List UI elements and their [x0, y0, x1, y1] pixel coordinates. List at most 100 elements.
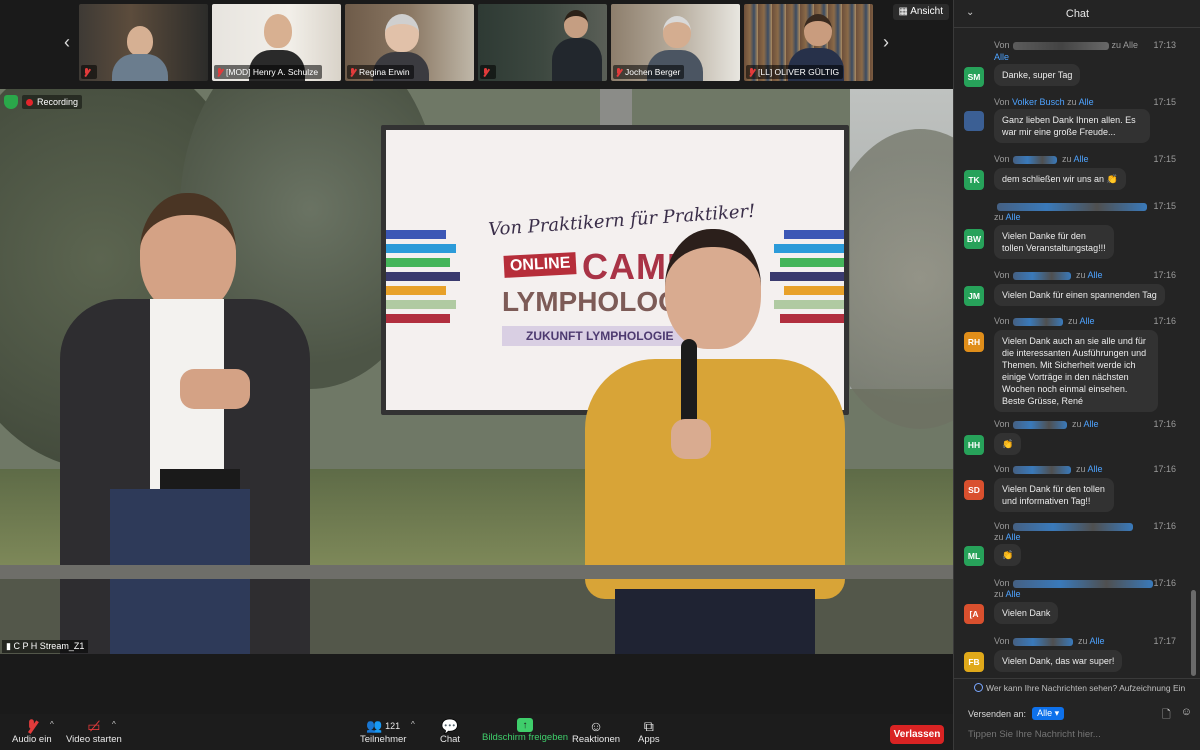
- message-time: 17:16: [1153, 316, 1176, 326]
- message-meta: Von zu Alle: [994, 40, 1139, 50]
- reaction-smiley-icon: ☺: [588, 718, 604, 734]
- message-bubble: Ganz lieben Dank Ihnen allen. Es war mir…: [994, 109, 1150, 143]
- mic-muted-icon: [22, 718, 42, 734]
- mic-muted-icon: [482, 67, 489, 77]
- redacted-sender: [1012, 522, 1133, 531]
- redacted-sender: [1012, 420, 1067, 429]
- video-off-icon: ▭̸: [87, 717, 101, 734]
- redacted-sender: [1012, 579, 1153, 588]
- participants-options-caret-icon[interactable]: ^: [411, 720, 415, 729]
- send-to-row: Versenden an: Alle ▾: [968, 707, 1065, 720]
- presenter-male: [40, 189, 320, 654]
- window-frame-divider: [0, 565, 953, 579]
- message-bubble: Vielen Dank für den tollen und informati…: [994, 478, 1114, 512]
- audio-button[interactable]: Audio ein: [12, 718, 52, 745]
- redacted-sender: [1012, 317, 1063, 326]
- message-time: 17:16: [1153, 464, 1176, 474]
- chat-privacy-note[interactable]: Wer kann Ihre Nachrichten sehen? Aufzeic…: [954, 678, 1200, 696]
- message-time: 17:13: [1153, 40, 1176, 50]
- chat-message-input[interactable]: [968, 726, 1188, 742]
- mic-muted-icon: [349, 67, 356, 77]
- recipient-select[interactable]: Alle ▾: [1032, 707, 1065, 720]
- meeting-area: ‹ [MOD] Henry A. Schulze Regina Erwin Jo…: [0, 0, 953, 714]
- apps-icon: ⧉: [643, 717, 654, 734]
- message-bubble: Vielen Dank für einen spannenden Tag: [994, 284, 1165, 306]
- emoji-icon[interactable]: ☺: [1181, 706, 1192, 725]
- participant-tile[interactable]: Jochen Berger: [611, 4, 740, 81]
- message-time: 17:15: [1153, 154, 1176, 164]
- gallery-next-arrow-icon[interactable]: ›: [876, 30, 896, 54]
- zoom-window: ‹ [MOD] Henry A. Schulze Regina Erwin Jo…: [0, 0, 1200, 750]
- avatar: SD: [964, 480, 984, 500]
- participant-tile[interactable]: [79, 4, 208, 81]
- message-meta: Von zu Alle: [994, 316, 1095, 326]
- slide-badge: ONLINE: [503, 252, 577, 278]
- chat-header: ⌄ Chat: [954, 0, 1200, 28]
- chat-title: Chat: [1065, 8, 1090, 20]
- meeting-toolbar: Audio ein ^ ▭̸ Video starten ^ 👥 121 Tei…: [0, 714, 953, 750]
- encryption-shield-icon[interactable]: [4, 95, 18, 109]
- mic-muted-icon: [83, 67, 90, 77]
- participant-name-tag: [LL] OLIVER GÜLTIG: [746, 65, 844, 79]
- avatar: ML: [964, 546, 984, 566]
- share-screen-button[interactable]: ↑ Bildschirm freigeben: [482, 718, 568, 743]
- caret-down-icon: ▾: [1054, 708, 1060, 718]
- mic-muted-icon: [748, 67, 755, 77]
- person-info-icon: [974, 683, 983, 692]
- participant-name-tag: [480, 65, 496, 79]
- avatar: JM: [964, 286, 984, 306]
- participant-name-tag: Jochen Berger: [613, 65, 685, 79]
- message-time: 17:17: [1153, 636, 1176, 646]
- reactions-button[interactable]: ☺ Reaktionen: [572, 718, 620, 745]
- audio-options-caret-icon[interactable]: ^: [50, 720, 54, 729]
- video-options-caret-icon[interactable]: ^: [112, 720, 116, 729]
- avatar: RH: [964, 332, 984, 352]
- avatar: [A: [964, 604, 984, 624]
- recording-indicator[interactable]: Recording: [22, 95, 83, 109]
- redacted-sender: [1012, 41, 1109, 50]
- gallery-prev-arrow-icon[interactable]: ‹: [57, 30, 77, 54]
- participant-name-tag: [81, 65, 97, 79]
- view-button[interactable]: ▦ Ansicht: [892, 4, 949, 20]
- participant-tile[interactable]: [478, 4, 607, 81]
- message-bubble: Vielen Dank: [994, 602, 1059, 624]
- message-meta: Von zu Alle: [994, 154, 1089, 164]
- participant-tile[interactable]: Regina Erwin: [345, 4, 474, 81]
- message-meta: Von zu Alle: [994, 636, 1105, 646]
- avatar: BW: [964, 229, 984, 249]
- message-bubble: 👏: [994, 433, 1022, 455]
- message-bubble: Vielen Dank auch an sie alle und für die…: [994, 330, 1158, 412]
- participant-tile[interactable]: [LL] OLIVER GÜLTIG: [744, 4, 873, 81]
- chat-message-list[interactable]: Von zu Alle 17:13 Alle SM Danke, super Ta…: [954, 28, 1200, 678]
- avatar: SM: [964, 67, 984, 87]
- message-bubble: Danke, super Tag: [994, 64, 1081, 86]
- chat-scrollbar[interactable]: [1191, 590, 1196, 676]
- apps-button[interactable]: ⧉ Apps: [638, 717, 660, 746]
- redacted-sender: [997, 202, 1147, 211]
- participants-button[interactable]: 👥 121 Teilnehmer: [360, 718, 406, 745]
- message-meta: Von zu Alle: [994, 419, 1099, 429]
- file-icon[interactable]: 🗋: [1162, 706, 1171, 725]
- message-bubble: Vielen Danke für den tollen Veranstaltun…: [994, 225, 1114, 259]
- message-time: 17:16: [1153, 578, 1176, 588]
- mic-muted-icon: [615, 67, 622, 77]
- redacted-sender: [1012, 155, 1057, 164]
- recording-dot-icon: [26, 98, 33, 106]
- message-time: 17:15: [1153, 201, 1176, 211]
- leave-button[interactable]: Verlassen: [890, 725, 944, 744]
- avatar-photo: [964, 111, 984, 131]
- signal-bars-icon: ▮: [6, 641, 11, 651]
- message-meta: Von: [994, 578, 1156, 588]
- redacted-sender: [1012, 637, 1073, 646]
- stage-bottom-bar: [0, 654, 953, 714]
- presenter-female: [585, 229, 845, 654]
- chat-button[interactable]: 💬 Chat: [440, 718, 460, 746]
- message-bubble: dem schließen wir uns an 👏: [994, 168, 1126, 190]
- participant-tile[interactable]: [MOD] Henry A. Schulze: [212, 4, 341, 81]
- participant-name-tag: Regina Erwin: [347, 65, 414, 79]
- participant-thumbnails: [MOD] Henry A. Schulze Regina Erwin Joch…: [79, 4, 873, 81]
- mic-muted-icon: [216, 67, 223, 77]
- active-speaker-video: Von Praktikern für Praktiker! ONLINE CAM…: [0, 89, 953, 654]
- redacted-sender: [1012, 271, 1071, 280]
- message-time: 17:16: [1153, 270, 1176, 280]
